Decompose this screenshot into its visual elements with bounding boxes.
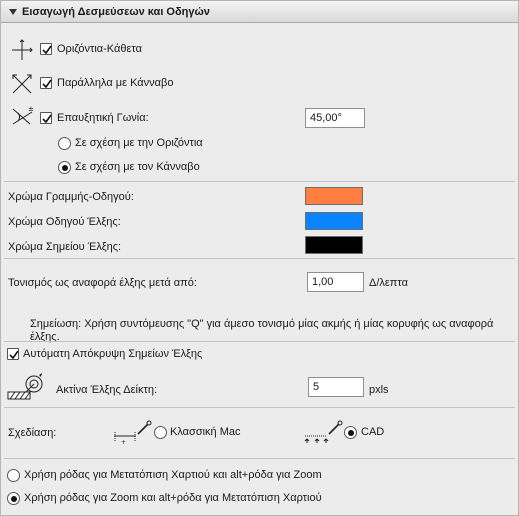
horizontal-vertical-label: Οριζόντια-Κάθετα — [57, 43, 142, 55]
wheel-zoom-radio[interactable] — [7, 492, 20, 505]
parallel-grid-checkbox[interactable] — [40, 77, 52, 89]
snap-tone-label: Τονισμός ως αναφορά έλξης μετά από: — [8, 277, 197, 289]
relative-grid-radio[interactable] — [58, 161, 71, 174]
svg-text:±: ± — [28, 105, 34, 113]
classic-mac-label: Κλασσική Mac — [170, 426, 241, 438]
crosshair-arrows-icon — [12, 39, 33, 60]
relative-grid-label: Σε σχέση με τον Κάνναβο — [75, 161, 200, 173]
relative-horizontal-label: Σε σχέση με την Οριζόντια — [75, 137, 203, 149]
guide-line-color-swatch[interactable] — [305, 187, 363, 205]
snap-radius-icon — [7, 373, 43, 400]
separator — [4, 341, 515, 342]
angle-arrows-icon: ± — [12, 105, 34, 125]
svg-text:+: + — [121, 439, 126, 444]
snap-tone-input[interactable]: 1,00 — [307, 272, 364, 292]
auto-hide-label: Αυτόματη Απόκρυψη Σημείων Έλξης — [23, 348, 203, 360]
snap-point-color-label: Χρώμα Σημείου Έλξης: — [8, 241, 122, 253]
guide-line-color-label: Χρώμα Γραμμής-Οδηγού: — [8, 191, 134, 203]
snap-guide-color-swatch[interactable] — [305, 212, 363, 230]
parallel-grid-label: Παράλληλα με Κάνναβο — [57, 77, 174, 89]
incremental-angle-input[interactable]: 45,00° — [305, 108, 365, 128]
cursor-radius-unit: pxls — [369, 384, 389, 396]
cad-radio[interactable] — [344, 426, 357, 439]
panel-title: Εισαγωγή Δεσμεύσεων και Οδηγών — [22, 6, 210, 18]
separator — [4, 258, 515, 259]
horizontal-vertical-checkbox[interactable] — [40, 43, 52, 55]
auto-hide-checkbox[interactable] — [7, 348, 19, 360]
cad-drag-icon — [304, 420, 343, 443]
cad-label: CAD — [361, 426, 385, 438]
separator — [4, 458, 515, 459]
wheel-zoom-label: Χρήση ρόδας για Zoom και alt+ρόδα για Με… — [24, 492, 322, 504]
classic-mac-radio[interactable] — [154, 426, 167, 439]
snap-point-color-swatch[interactable] — [305, 236, 363, 254]
snap-tone-unit: Δ/λεπτα — [369, 277, 408, 289]
separator — [4, 181, 515, 182]
cursor-radius-label: Ακτίνα Έλξης Δείκτη: — [56, 384, 158, 396]
cursor-radius-input[interactable]: 5 — [308, 377, 364, 397]
wheel-pan-label: Χρήση ρόδας για Μετατόπιση Χαρτιού και a… — [24, 469, 322, 481]
incremental-angle-label: Επαυξητική Γωνία: — [57, 112, 149, 124]
collapse-triangle-icon[interactable] — [9, 9, 17, 15]
incremental-angle-checkbox[interactable] — [40, 112, 52, 124]
classic-drag-icon: + — [114, 420, 152, 444]
drawing-label: Σχεδίαση: — [8, 427, 57, 439]
wheel-pan-radio[interactable] — [7, 469, 20, 482]
panel-header[interactable]: Εισαγωγή Δεσμεύσεων και Οδηγών — [1, 1, 518, 23]
relative-horizontal-radio[interactable] — [58, 137, 71, 150]
snap-guide-color-label: Χρώμα Οδηγού Έλξης: — [8, 216, 121, 228]
separator — [4, 407, 515, 408]
diagonal-cross-icon — [12, 74, 32, 94]
